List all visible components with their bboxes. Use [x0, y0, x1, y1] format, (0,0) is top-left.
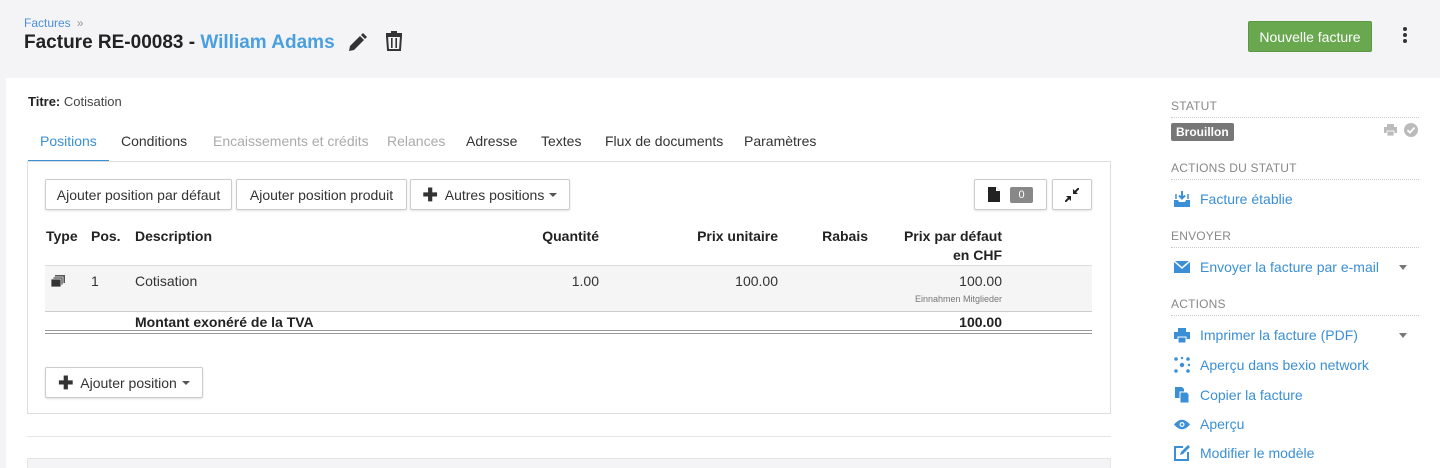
edit-template-label: Modifier le modèle — [1200, 445, 1315, 461]
invoice-number: Facture RE-00083 - — [24, 32, 201, 53]
tab-parametres[interactable]: Paramètres — [744, 133, 816, 149]
print-options-caret-icon[interactable] — [1399, 333, 1407, 338]
compress-icon — [1065, 187, 1079, 202]
plus-icon: ✚ — [58, 372, 74, 393]
pencil-icon[interactable] — [347, 33, 367, 53]
print-pdf-link[interactable]: Imprimer la facture (PDF) — [1173, 326, 1358, 344]
breadcrumb-separator: » — [76, 16, 84, 30]
caret-down-icon — [181, 380, 190, 385]
eye-icon — [1173, 415, 1191, 433]
page-title: Facture RE-00083 - William Adams — [24, 32, 335, 54]
page-header: Factures » Facture RE-00083 - William Ada… — [0, 0, 1440, 78]
row-unit-price: 100.00 — [735, 273, 778, 289]
edit-square-icon — [1173, 444, 1191, 462]
contact-link[interactable]: William Adams — [200, 32, 334, 53]
invoice-title: Titre: Cotisation — [28, 94, 122, 109]
header-description: Description — [135, 228, 213, 244]
row-quantity: 1.00 — [571, 273, 599, 289]
header-pos: Pos. — [91, 228, 121, 244]
tab-adresse[interactable]: Adresse — [466, 133, 517, 149]
network-icon — [1173, 356, 1191, 374]
preview-network-link[interactable]: Aperçu dans bexio network — [1173, 356, 1369, 374]
trash-icon[interactable] — [385, 31, 403, 51]
summary-label: Montant exonéré de la TVA — [135, 314, 314, 330]
actions-heading: ACTIONS — [1171, 297, 1226, 311]
add-position-dropdown[interactable]: ✚ Ajouter position — [45, 367, 203, 398]
other-positions-dropdown[interactable]: ✚ Autres positions — [410, 179, 570, 210]
send-options-caret-icon[interactable] — [1399, 265, 1407, 270]
check-circle-icon — [1404, 123, 1418, 137]
breadcrumb: Factures » — [24, 16, 83, 30]
copy-invoice-label: Copier la facture — [1200, 387, 1303, 403]
tab-relances: Relances — [387, 133, 446, 149]
statut-heading: STATUT — [1171, 99, 1218, 113]
documents-button[interactable]: 0 — [974, 179, 1047, 210]
copy-invoice-link[interactable]: Copier la facture — [1173, 386, 1303, 404]
preview-network-label: Aperçu dans bexio network — [1200, 357, 1369, 373]
send-email-label: Envoyer la facture par e-mail — [1200, 259, 1379, 275]
add-product-position-button[interactable]: Ajouter position produit — [236, 179, 407, 210]
section-divider — [27, 436, 1111, 437]
inbox-download-icon — [1173, 190, 1191, 208]
envelope-icon — [1173, 258, 1191, 276]
header-unit-price: Prix unitaire — [697, 228, 778, 244]
plus-icon: ✚ — [422, 184, 438, 205]
tab-flux-documents[interactable]: Flux de documents — [605, 133, 723, 149]
add-default-position-label: Ajouter position par défaut — [56, 186, 221, 203]
add-product-position-label: Ajouter position produit — [249, 186, 394, 203]
tab-textes[interactable]: Textes — [541, 133, 581, 149]
add-default-position-button[interactable]: Ajouter position par défaut — [45, 179, 232, 210]
next-section — [27, 458, 1111, 468]
header-discount: Rabais — [822, 228, 868, 244]
preview-link[interactable]: Aperçu — [1173, 415, 1244, 433]
row-pos: 1 — [91, 273, 99, 289]
printer-icon — [1173, 326, 1191, 344]
other-positions-label: Autres positions — [444, 186, 545, 203]
copy-icon — [1173, 386, 1191, 404]
summary-bottom-line — [45, 330, 1092, 331]
header-default-price-line1: Prix par défaut — [903, 228, 1002, 244]
side-divider — [1171, 247, 1419, 248]
side-divider — [1171, 117, 1419, 118]
summary-value: 100.00 — [959, 314, 1002, 330]
row-account: Einnahmen Mitglieder — [914, 294, 1002, 304]
preview-label: Aperçu — [1200, 416, 1245, 432]
document-icon — [988, 187, 1001, 202]
caret-down-icon — [549, 192, 558, 197]
more-options-icon[interactable] — [1399, 27, 1411, 47]
stack-icon — [51, 275, 65, 287]
new-invoice-button[interactable]: Nouvelle facture — [1248, 21, 1372, 52]
tab-bar: Positions Conditions Encaissements et cr… — [28, 124, 1110, 162]
summary-top-line — [45, 311, 1092, 312]
print-pdf-label: Imprimer la facture (PDF) — [1200, 327, 1358, 343]
breadcrumb-link-factures[interactable]: Factures — [24, 16, 71, 30]
status-actions-heading: ACTIONS DU STATUT — [1171, 161, 1297, 175]
summary-bottom-line-double — [45, 333, 1092, 334]
side-divider — [1171, 315, 1419, 316]
header-quantity: Quantité — [542, 228, 599, 244]
row-description: Cotisation — [135, 273, 198, 289]
tab-encaissements: Encaissements et crédits — [213, 133, 369, 149]
title-label: Titre: — [28, 94, 61, 109]
document-count-badge: 0 — [1010, 186, 1033, 203]
tab-conditions[interactable]: Conditions — [121, 133, 187, 149]
mark-issued-link[interactable]: Facture établie — [1173, 190, 1293, 208]
table-row[interactable] — [45, 266, 1092, 311]
row-default-price: 100.00 — [959, 273, 1002, 289]
send-email-link[interactable]: Envoyer la facture par e-mail — [1173, 258, 1379, 276]
add-position-label: Ajouter position — [80, 374, 177, 391]
tab-positions[interactable]: Positions — [40, 133, 97, 149]
status-badge: Brouillon — [1171, 123, 1234, 141]
mark-issued-label: Facture établie — [1200, 191, 1293, 207]
header-default-price-line2: en CHF — [953, 247, 1002, 263]
print-icon — [1384, 124, 1397, 136]
side-divider — [1171, 179, 1419, 180]
header-type: Type — [46, 228, 78, 244]
title-value: Cotisation — [63, 94, 122, 109]
collapse-button[interactable] — [1052, 179, 1092, 210]
send-heading: ENVOYER — [1171, 229, 1232, 243]
edit-template-link[interactable]: Modifier le modèle — [1173, 444, 1314, 462]
